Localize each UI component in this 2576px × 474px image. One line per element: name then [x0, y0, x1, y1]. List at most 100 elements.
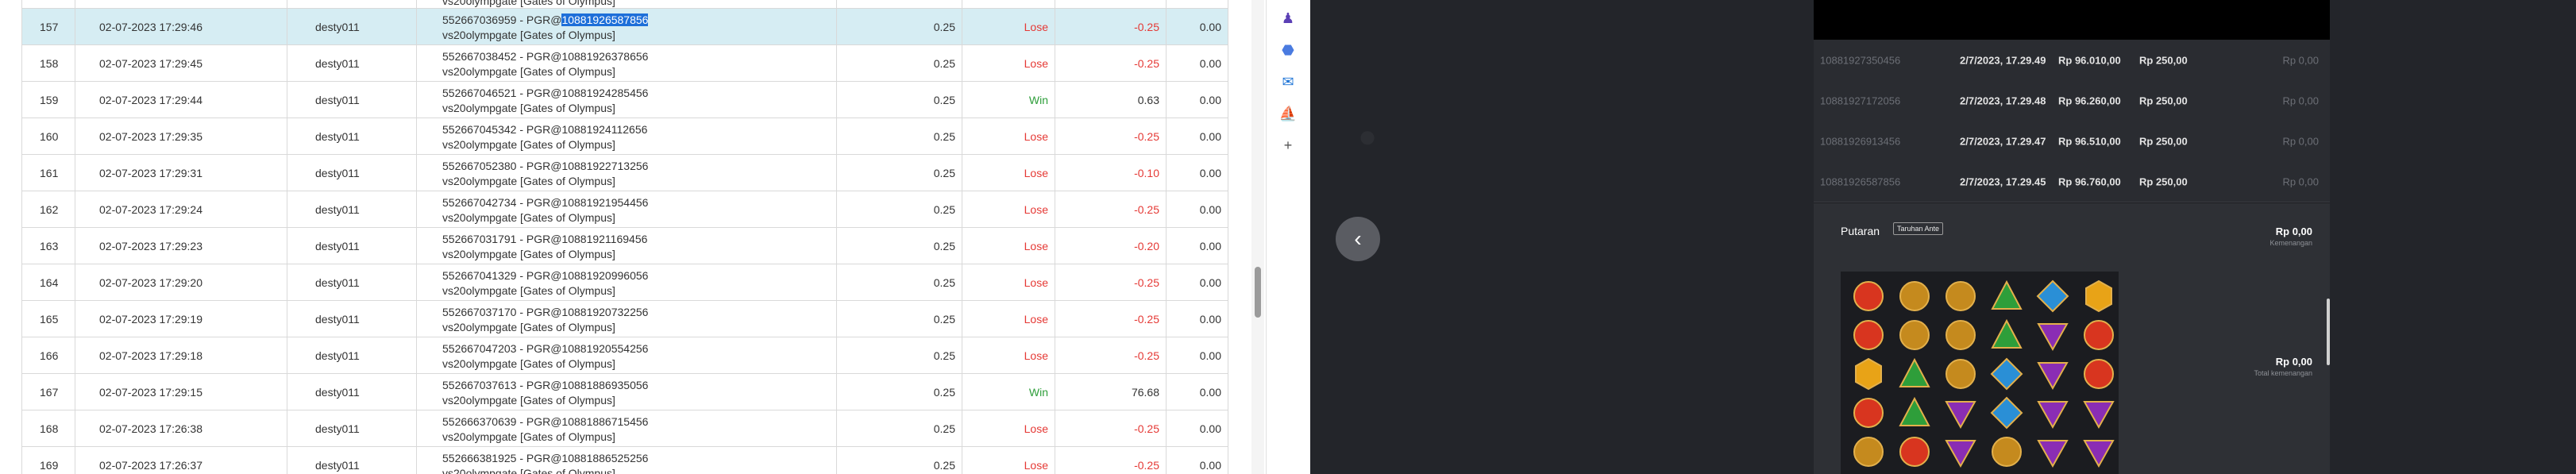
transaction-prefix: 552667041329 - PGR@10881920996056 [442, 269, 649, 282]
shopping-icon[interactable]: ⛵ [1279, 105, 1297, 122]
gold-gem-icon [1899, 281, 1930, 311]
extension-icon[interactable]: ⬣ [1279, 41, 1297, 59]
winloss-amount: -0.25 [1134, 422, 1159, 435]
result-cell: Lose [962, 45, 1055, 81]
winloss-cell: -0.10 [1055, 155, 1166, 191]
result-cell: Lose [962, 337, 1055, 373]
gem-symbol [2034, 395, 2071, 431]
profile-app-icon[interactable]: ♟ [1279, 10, 1297, 27]
bet-amount: 0.25 [933, 422, 955, 435]
result-badge: Lose [1024, 276, 1048, 289]
bet-history-row[interactable]: 10881926913456 2/7/2023, 17.29.47 Rp 96.51… [1814, 121, 2330, 162]
ante-bet-badge[interactable]: Taruhan Ante [1893, 222, 1944, 235]
red-gem-icon [2084, 320, 2114, 350]
bet-cell: 0.25 [836, 228, 962, 264]
detail-cell: 552667041329 - PGR@10881920996056 vs20oly… [416, 264, 836, 300]
date-cell: 02-07-2023 17:29:19 [75, 301, 287, 337]
round-id: 10881927172056 [1820, 94, 1901, 106]
round-datetime: 2/7/2023, 17.29.48 [1960, 94, 2046, 106]
table-row[interactable]: 169 02-07-2023 17:26:37 desty011 5526663819… [21, 447, 1228, 474]
panel-scrollbar[interactable] [2327, 299, 2330, 365]
gold-gem-icon [1899, 320, 1930, 350]
transaction-id: 552666370639 - PGR@10881886715456 [442, 415, 648, 428]
jackpot-amount: 0.00 [1199, 93, 1221, 106]
winloss-cell: -0.25 [1055, 410, 1166, 446]
bet-datetime: 02-07-2023 17:29:35 [99, 129, 202, 143]
bet-datetime: 02-07-2023 17:29:20 [99, 276, 202, 289]
table-row[interactable]: 161 02-07-2023 17:29:31 desty011 5526670523… [21, 155, 1228, 191]
gem-symbol [1896, 434, 1933, 470]
result-badge: Lose [1024, 349, 1048, 362]
table-row[interactable]: 166 02-07-2023 17:29:18 desty011 5526670472… [21, 337, 1228, 374]
row-number: 169 [40, 458, 59, 472]
table-row[interactable]: 162 02-07-2023 17:29:24 desty011 5526670427… [21, 191, 1228, 228]
detail-cell: 552667037170 - PGR@10881920732256 vs20oly… [416, 301, 836, 337]
user-cell: desty011 [287, 337, 416, 373]
purple-gem-icon [2037, 440, 2069, 468]
game-window: 10881927350456 2/7/2023, 17.29.49 Rp 96.01… [1814, 0, 2330, 474]
table-row[interactable]: 157 02-07-2023 17:29:46 desty011 5526670369… [21, 9, 1228, 45]
bet-history-row[interactable]: 10881926587856 2/7/2023, 17.29.45 Rp 96.76… [1814, 161, 2330, 202]
bet: Rp 250,00 [2139, 175, 2188, 187]
panel-title: Putaran [1841, 225, 1880, 237]
win: Rp 0,00 [2282, 135, 2319, 147]
row-number: 162 [40, 202, 59, 216]
table-row[interactable]: 168 02-07-2023 17:26:38 desty011 5526663706… [21, 410, 1228, 447]
game-name: vs20olympgate [Gates of Olympus] [442, 138, 615, 151]
user-cell: desty011 [287, 9, 416, 44]
table-row[interactable]: 165 02-07-2023 17:29:19 desty011 5526670371… [21, 301, 1228, 337]
detail-cell: 552666370639 - PGR@10881886715456 vs20oly… [416, 410, 836, 446]
row-number: 166 [40, 349, 59, 362]
table-row[interactable]: 158 02-07-2023 17:29:45 desty011 5526670384… [21, 45, 1228, 82]
winloss-amount: -0.25 [1134, 129, 1159, 143]
bet-history-row[interactable]: 10881927172056 2/7/2023, 17.29.48 Rp 96.26… [1814, 80, 2330, 121]
detail-cell: 552667036959 - PGR@10881926587856 vs20oly… [416, 9, 836, 44]
table-row[interactable]: 167 02-07-2023 17:29:15 desty011 5526670376… [21, 374, 1228, 410]
bet-datetime: 02-07-2023 17:29:46 [99, 20, 202, 33]
table-row[interactable]: vs20olympgate [Gates of Olympus] [21, 0, 1228, 9]
bet-history-row[interactable]: 10881927350456 2/7/2023, 17.29.49 Rp 96.01… [1814, 40, 2330, 81]
transaction-id: 552667042734 - PGR@10881921954456 [442, 196, 648, 209]
user-cell: desty011 [287, 155, 416, 191]
row-number-cell: 159 [21, 82, 75, 118]
bet-cell: 0.25 [836, 337, 962, 373]
table-row[interactable]: 160 02-07-2023 17:29:35 desty011 5526670453… [21, 118, 1228, 155]
scrollbar-thumb[interactable] [1255, 267, 1261, 318]
row-number-cell: 169 [21, 447, 75, 474]
winloss-cell: 0.63 [1055, 82, 1166, 118]
winloss-amount: -0.25 [1134, 458, 1159, 472]
browser-sidebar: ♟ ⬣ ✉ ⛵ + [1266, 0, 1311, 474]
table-row[interactable]: 163 02-07-2023 17:29:23 desty011 5526670317… [21, 228, 1228, 264]
gem-symbol [1850, 434, 1887, 470]
date-cell: 02-07-2023 17:26:38 [75, 410, 287, 446]
winloss-amount: -0.25 [1134, 276, 1159, 289]
result-badge: Lose [1024, 239, 1048, 252]
gem-symbol [2034, 356, 2071, 392]
gem-symbol [1850, 278, 1887, 314]
row-number: 160 [40, 129, 59, 143]
username: desty011 [315, 349, 360, 362]
vertical-scrollbar[interactable] [1251, 0, 1264, 474]
outlook-icon[interactable]: ✉ [1279, 73, 1297, 91]
gem-symbol [2080, 434, 2117, 470]
row-number: 158 [40, 56, 59, 70]
gold-gem-icon [1945, 359, 1976, 389]
bet-amount: 0.25 [933, 93, 955, 106]
back-button[interactable]: ‹ [1336, 217, 1380, 261]
result-cell: Lose [962, 191, 1055, 227]
game-name: vs20olympgate [Gates of Olympus] [442, 175, 615, 187]
gem-symbol [1896, 278, 1933, 314]
bet-cell: 0.25 [836, 374, 962, 410]
table-cell [287, 0, 416, 8]
username: desty011 [315, 312, 360, 326]
gem-symbol [1942, 356, 1979, 392]
table-row[interactable]: 164 02-07-2023 17:29:20 desty011 5526670413… [21, 264, 1228, 301]
gem-symbol [2080, 395, 2117, 431]
bet-amount: 0.25 [933, 166, 955, 179]
transaction-id: 552667036959 - PGR@10881926587856 [442, 13, 649, 26]
add-icon[interactable]: + [1279, 137, 1297, 154]
winloss-amount: -0.10 [1134, 166, 1159, 179]
result-cell: Lose [962, 264, 1055, 300]
row-number-cell: 165 [21, 301, 75, 337]
table-row[interactable]: 159 02-07-2023 17:29:44 desty011 5526670465… [21, 82, 1228, 118]
